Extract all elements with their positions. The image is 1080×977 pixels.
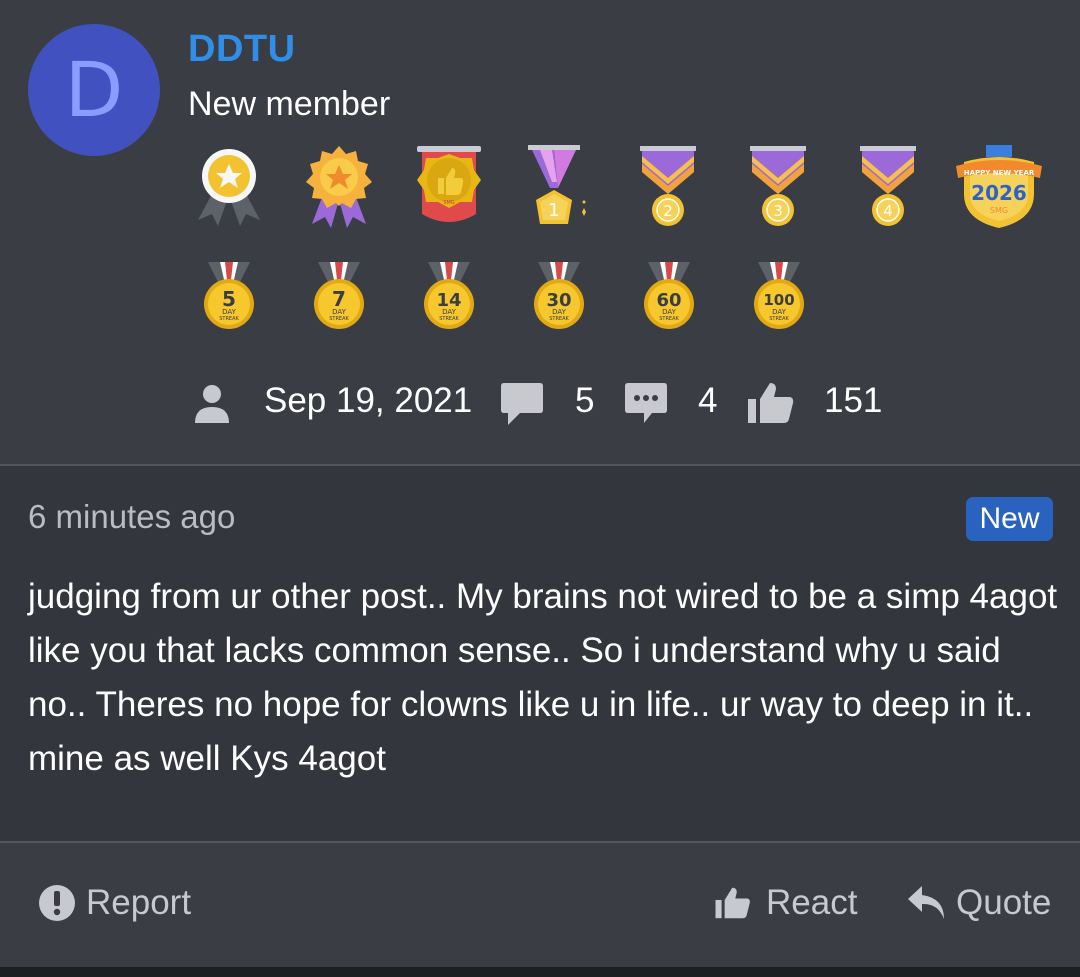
streak-streak-text: STREAK <box>549 316 569 322</box>
streak-badge-100[interactable]: 100 DAY STREAK <box>744 258 814 334</box>
medal-number-4: 4 <box>883 202 893 220</box>
reply-arrow-icon <box>908 886 944 919</box>
post-actions: Report React Quote <box>0 843 1080 967</box>
streak-badge-30[interactable]: 30 DAY STREAK <box>524 258 594 334</box>
medal-number-3: 3 <box>773 202 783 220</box>
first-place-medal-icon[interactable]: 1 <box>514 142 604 232</box>
member-stats: Sep 19, 2021 5 4 151 <box>0 375 1080 435</box>
new-badge: New <box>966 497 1053 541</box>
user-title: New member <box>188 85 391 123</box>
streak-badge-7[interactable]: 7 DAY STREAK <box>304 258 374 334</box>
streak-streak-text: STREAK <box>769 316 789 322</box>
comment-count: 4 <box>698 381 718 420</box>
report-button[interactable]: Report <box>38 883 191 923</box>
message-bubble-icon <box>500 381 544 432</box>
streak-day-text: DAY <box>442 308 457 316</box>
streak-day-text: DAY <box>662 308 677 316</box>
svg-text:SMG: SMG <box>443 200 454 206</box>
comment-dots-icon <box>624 381 668 432</box>
thumbs-up-icon <box>715 887 750 919</box>
happy-new-year-2026-badge-icon[interactable]: HAPPY NEW YEAR 2026 SMG <box>954 142 1044 232</box>
streak-streak-text: STREAK <box>659 316 679 322</box>
username[interactable]: DDTU <box>188 28 296 71</box>
streak-day-text: DAY <box>772 308 787 316</box>
join-date: Sep 19, 2021 <box>264 381 473 420</box>
streak-badge-14[interactable]: 14 DAY STREAK <box>414 258 484 334</box>
avatar[interactable]: D <box>28 24 160 156</box>
react-label: React <box>766 883 858 922</box>
message-count: 5 <box>575 381 595 420</box>
reaction-count: 151 <box>824 381 883 420</box>
thumbs-up-icon <box>746 381 796 430</box>
star-rosette-grey-badge-icon[interactable] <box>184 142 274 232</box>
medal-number-2: 2 <box>663 202 673 220</box>
streak-streak-text: STREAK <box>439 316 459 322</box>
bottom-bar <box>0 967 1080 977</box>
post-content: judging from ur other post.. My brains n… <box>28 577 1058 778</box>
react-button[interactable]: React <box>714 883 857 923</box>
quote-button[interactable]: Quote <box>906 883 1051 923</box>
avatar-letter: D <box>64 45 124 134</box>
star-rosette-purple-badge-icon[interactable] <box>294 142 384 232</box>
user-icon <box>192 381 232 430</box>
quote-label: Quote <box>956 883 1052 922</box>
streak-badge-5[interactable]: 5 DAY STREAK <box>194 258 264 334</box>
thumbs-up-badge-icon[interactable]: SMG <box>404 142 494 232</box>
streak-badge-60[interactable]: 60 DAY STREAK <box>634 258 704 334</box>
member-header: D DDTU New member SMG 1 2 3 4 HAPPY NEW … <box>0 0 1080 464</box>
post-time[interactable]: 6 minutes ago <box>28 498 235 536</box>
badge-smg: SMG <box>990 206 1008 215</box>
exclamation-circle-icon <box>39 885 75 921</box>
post-body: 6 minutes ago New judging from ur other … <box>0 466 1080 841</box>
fourth-place-ribbon-medal-icon[interactable]: 4 <box>844 142 934 232</box>
report-label: Report <box>86 883 192 922</box>
streak-day-text: DAY <box>332 308 347 316</box>
medal-number-1: 1 <box>548 200 559 221</box>
second-place-ribbon-medal-icon[interactable]: 2 <box>624 142 714 232</box>
streak-day-text: DAY <box>552 308 567 316</box>
streak-streak-text: STREAK <box>329 316 349 322</box>
third-place-ribbon-medal-icon[interactable]: 3 <box>734 142 824 232</box>
streak-day-text: DAY <box>222 308 237 316</box>
badge-year: 2026 <box>971 181 1027 205</box>
streak-number: 100 <box>763 291 794 309</box>
streak-streak-text: STREAK <box>219 316 239 322</box>
happy-new-year-text: HAPPY NEW YEAR <box>964 169 1035 177</box>
